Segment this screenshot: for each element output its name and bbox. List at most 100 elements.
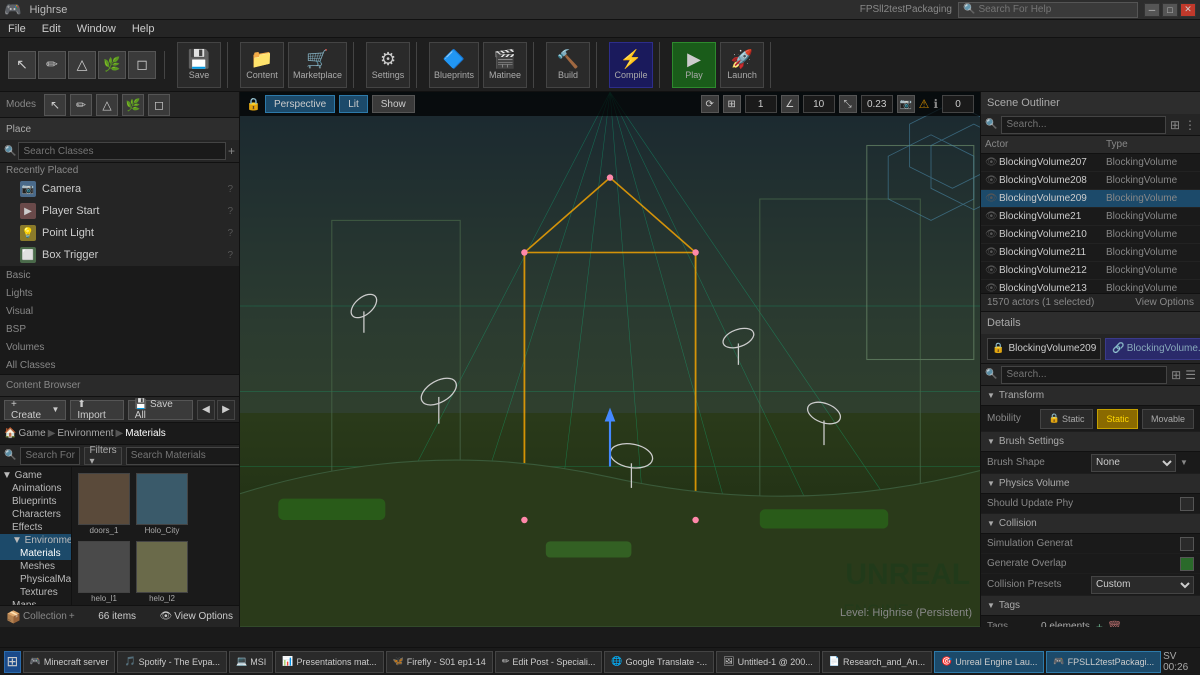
tags-section[interactable]: ▼ Tags: [981, 596, 1200, 616]
taskbar-minecraft[interactable]: 🎮 Minecraft server: [23, 651, 116, 673]
mode-landscape[interactable]: △: [68, 51, 96, 79]
vp-grid-size[interactable]: 1: [745, 95, 777, 113]
visibility-icon[interactable]: 👁: [985, 229, 999, 240]
brush-shape-select[interactable]: None: [1091, 454, 1176, 472]
details-grid-icon[interactable]: ⊞: [1171, 368, 1181, 382]
vp-grid-icon[interactable]: ⊞: [723, 95, 741, 113]
matinee-button[interactable]: 🎬 Matinee: [483, 42, 527, 88]
maximize-button[interactable]: □: [1162, 3, 1178, 17]
section-visual[interactable]: Visual: [0, 302, 239, 320]
section-lights[interactable]: Lights: [0, 284, 239, 302]
outliner-actor-row[interactable]: 👁 BlockingVolume213 BlockingVolume: [981, 280, 1200, 293]
tree-effects[interactable]: Effects: [0, 521, 71, 534]
settings-button[interactable]: ⚙ Settings: [366, 42, 410, 88]
class-search-input[interactable]: [18, 142, 226, 160]
details-object-link[interactable]: 🔗 BlockingVolume.h: [1105, 338, 1200, 360]
visibility-icon[interactable]: 👁: [985, 193, 999, 204]
tags-delete-button[interactable]: 🗑: [1107, 620, 1122, 628]
transform-section[interactable]: ▼ Transform: [981, 386, 1200, 406]
collision-presets-select[interactable]: Custom: [1091, 576, 1194, 594]
taskbar-unreal[interactable]: 🎯 Unreal Engine Lau...: [934, 651, 1044, 673]
mode-btn-2[interactable]: ✏: [70, 94, 92, 116]
outliner-actor-row[interactable]: 👁 BlockingVolume207 BlockingVolume: [981, 154, 1200, 172]
class-item-box-trigger[interactable]: ⬜ Box Trigger ?: [0, 244, 239, 266]
tree-game[interactable]: ▼ Game: [0, 469, 71, 482]
compile-button[interactable]: ⚡ Compile: [609, 42, 653, 88]
cb-save-all-button[interactable]: 💾 Save All: [128, 400, 193, 420]
outliner-options-icon[interactable]: ⊞: [1170, 118, 1180, 132]
cb-breadcrumb-game[interactable]: Game: [18, 428, 45, 439]
cb-collection-icon[interactable]: 📦 Collection +: [6, 610, 75, 624]
tags-add-button[interactable]: +: [1096, 620, 1103, 628]
col-type-header[interactable]: Type: [1106, 139, 1196, 150]
class-search-add[interactable]: +: [228, 144, 235, 158]
cb-import-button[interactable]: ⬆ Import: [70, 400, 123, 420]
static-active-button[interactable]: Static: [1097, 409, 1138, 429]
tree-animations[interactable]: Animations: [0, 482, 71, 495]
simulation-checkbox[interactable]: [1180, 537, 1194, 551]
content-button[interactable]: 📁 Content: [240, 42, 284, 88]
visibility-icon[interactable]: 👁: [985, 247, 999, 258]
mode-btn-4[interactable]: 🌿: [122, 94, 144, 116]
title-search-input[interactable]: [978, 4, 1133, 15]
vp-scale-icon[interactable]: ⤡: [839, 95, 857, 113]
cb-breadcrumb-environment[interactable]: Environment: [57, 428, 113, 439]
cb-materials-search[interactable]: [126, 447, 239, 465]
cb-back-button[interactable]: ◀: [197, 400, 215, 420]
menu-edit[interactable]: Edit: [38, 23, 65, 35]
vp-scale-val[interactable]: 0.23: [861, 95, 893, 113]
section-basic[interactable]: Basic: [0, 266, 239, 284]
lit-button[interactable]: Lit: [339, 95, 368, 113]
visibility-icon[interactable]: 👁: [985, 265, 999, 276]
tree-meshes[interactable]: Meshes: [0, 560, 71, 573]
taskbar-untitled[interactable]: 🖼 Untitled-1 @ 200...: [716, 651, 820, 673]
mode-foliage[interactable]: 🌿: [98, 51, 126, 79]
viewport[interactable]: 🔒 Perspective Lit Show ⟳ ⊞ 1 ∠ 10 ⤡ 0.23…: [240, 92, 980, 627]
movable-button[interactable]: Movable: [1142, 409, 1194, 429]
mode-btn-1[interactable]: ↖: [44, 94, 66, 116]
tree-physical[interactable]: PhysicalMate..: [0, 573, 71, 586]
view-options-button[interactable]: 👁 View Options: [160, 611, 233, 622]
visibility-icon[interactable]: 👁: [985, 157, 999, 168]
vp-transform-icon[interactable]: ⟳: [701, 95, 719, 113]
mode-btn-3[interactable]: △: [96, 94, 118, 116]
col-actor-header[interactable]: Actor: [985, 139, 1106, 150]
show-button[interactable]: Show: [372, 95, 415, 113]
section-volumes[interactable]: Volumes: [0, 338, 239, 356]
cb-filters-button[interactable]: Filters ▾: [84, 447, 121, 465]
outliner-actor-row[interactable]: 👁 BlockingVolume208 BlockingVolume: [981, 172, 1200, 190]
mode-btn-5[interactable]: ◻: [148, 94, 170, 116]
taskbar-google-translate[interactable]: 🌐 Google Translate -...: [604, 651, 714, 673]
mode-paint[interactable]: ✏: [38, 51, 66, 79]
should-update-checkbox[interactable]: [1180, 497, 1194, 511]
cb-create-button[interactable]: + Create ▼: [4, 400, 66, 420]
outliner-actor-row[interactable]: 👁 BlockingVolume212 BlockingVolume: [981, 262, 1200, 280]
material-item[interactable]: helo_l1: [76, 539, 132, 605]
tree-textures[interactable]: Textures: [0, 586, 71, 599]
vp-angle-icon[interactable]: ∠: [781, 95, 799, 113]
section-all-classes[interactable]: All Classes: [0, 356, 239, 374]
overlap-checkbox[interactable]: [1180, 557, 1194, 571]
close-button[interactable]: ✕: [1180, 3, 1196, 17]
menu-window[interactable]: Window: [73, 23, 120, 35]
class-item-point-light[interactable]: 💡 Point Light ?: [0, 222, 239, 244]
tree-materials[interactable]: Materials: [0, 547, 71, 560]
taskbar-presentations[interactable]: 📊 Presentations mat...: [275, 651, 383, 673]
static-button[interactable]: 🔒 Static: [1040, 409, 1094, 429]
start-button[interactable]: ⊞: [4, 651, 21, 673]
cb-search-input[interactable]: [20, 447, 80, 465]
blueprints-button[interactable]: 🔷 Blueprints: [429, 42, 479, 88]
menu-file[interactable]: File: [4, 23, 30, 35]
title-search[interactable]: 🔍: [958, 2, 1138, 18]
outliner-actor-row[interactable]: 👁 BlockingVolume209 BlockingVolume: [981, 190, 1200, 208]
mode-geometry[interactable]: ◻: [128, 51, 156, 79]
taskbar-research[interactable]: 📄 Research_and_An...: [822, 651, 932, 673]
brush-settings-section[interactable]: ▼ Brush Settings: [981, 432, 1200, 452]
taskbar-msi[interactable]: 💻 MSI: [229, 651, 273, 673]
details-list-icon[interactable]: ☰: [1185, 368, 1196, 382]
tree-blueprints[interactable]: Blueprints: [0, 495, 71, 508]
material-item[interactable]: helo_l2: [134, 539, 190, 605]
collision-section[interactable]: ▼ Collision: [981, 514, 1200, 534]
material-item[interactable]: doors_1: [76, 471, 132, 537]
menu-help[interactable]: Help: [128, 23, 159, 35]
